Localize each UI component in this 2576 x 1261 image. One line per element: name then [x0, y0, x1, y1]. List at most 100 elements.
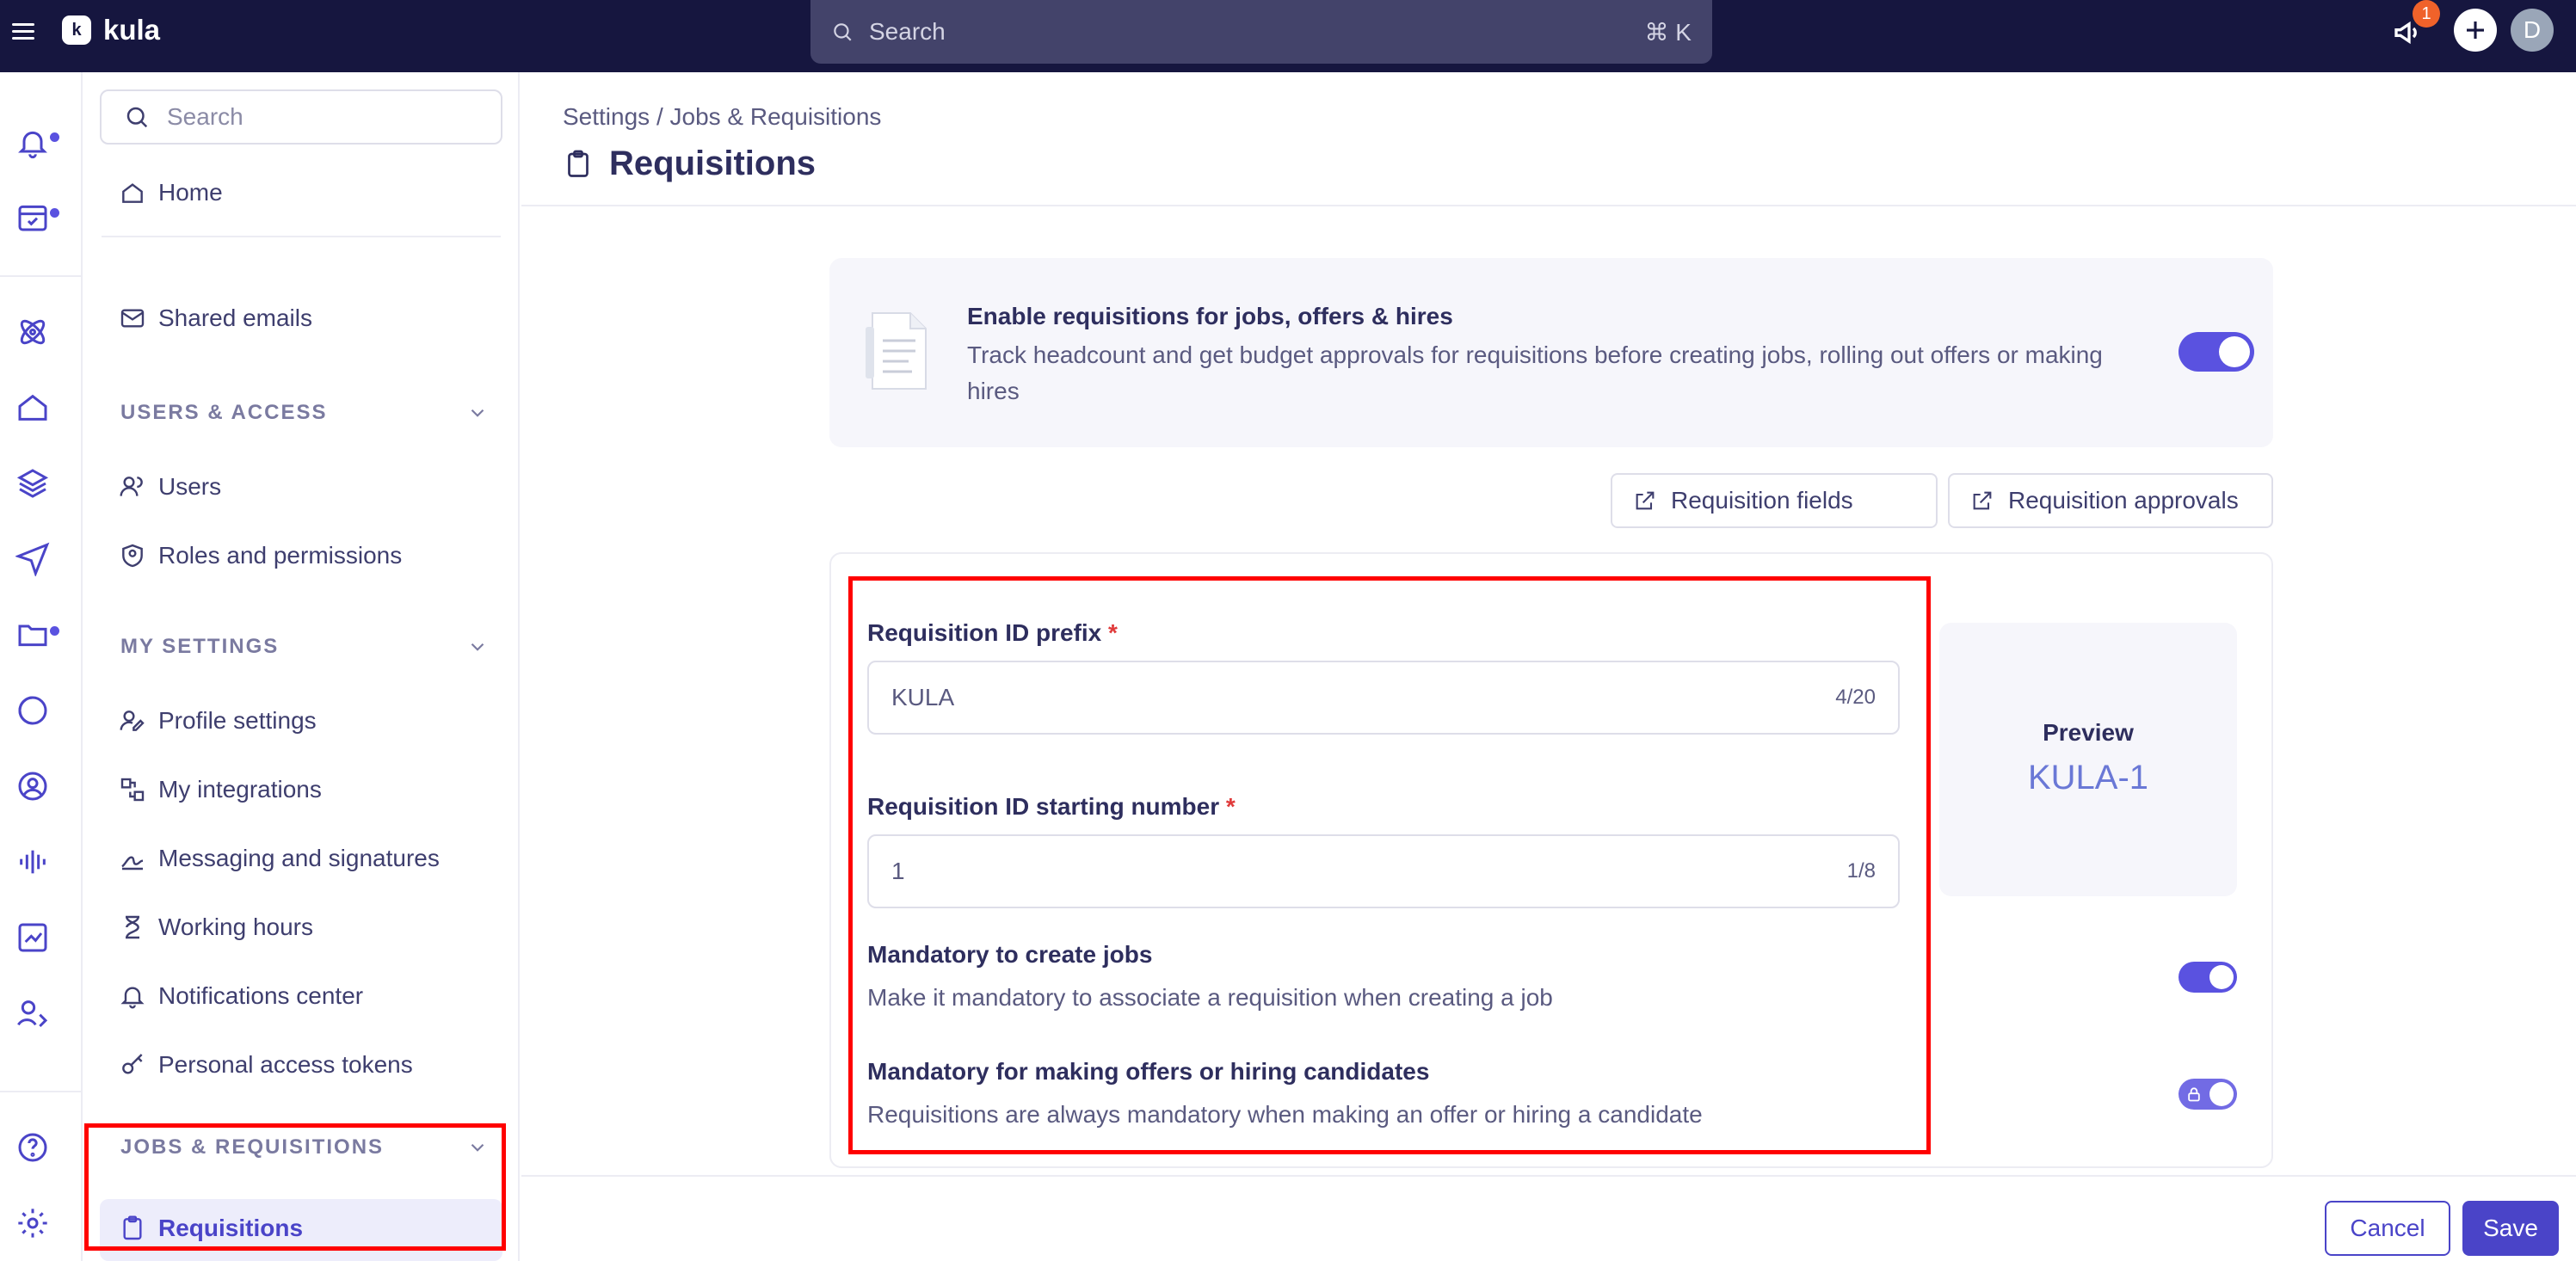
mail-icon: [120, 309, 145, 328]
search-icon: [126, 107, 148, 128]
prefix-input[interactable]: KULA 4/20: [867, 661, 1900, 735]
page-title-text: Requisitions: [609, 145, 817, 182]
kula-logo-icon: k: [62, 15, 91, 45]
icon-rail: [0, 72, 83, 1261]
sidebar-item-label: My integrations: [158, 776, 322, 803]
sidebar-item-label: Messaging and signatures: [158, 845, 440, 871]
preview-value: KULA-1: [2027, 759, 2149, 797]
toggle-knob: [2209, 1082, 2234, 1106]
toggle-knob: [2209, 965, 2234, 989]
sidebar-item-messaging[interactable]: Messaging and signatures: [119, 845, 440, 872]
folder-icon[interactable]: [15, 618, 50, 652]
starting-number-char-count: 1/8: [1846, 859, 1876, 883]
requisition-fields-button[interactable]: Requisition fields: [1611, 473, 1938, 528]
chart-icon[interactable]: [15, 920, 50, 955]
sidebar-divider: [102, 236, 501, 237]
brand[interactable]: k kula: [62, 14, 160, 46]
atom-icon[interactable]: [15, 315, 50, 349]
home-icon: [122, 183, 143, 203]
page-title: Requisitions: [563, 145, 816, 183]
starting-number-input[interactable]: 1 1/8: [867, 834, 1900, 908]
mandatory-offers-title: Mandatory for making offers or hiring ca…: [867, 1058, 1430, 1085]
home-icon[interactable]: [15, 391, 50, 425]
required-mark: *: [1225, 793, 1236, 820]
settings-sidebar: Search Home Shared emails USERS & ACCESS…: [83, 72, 520, 1261]
sidebar-item-personal-access-tokens[interactable]: Personal access tokens: [119, 1051, 413, 1079]
preview-label: Preview: [2043, 719, 2134, 746]
user-avatar[interactable]: D: [2511, 9, 2554, 52]
global-search-input[interactable]: Search ⌘ K: [810, 0, 1712, 64]
enable-title: Enable requisitions for jobs, offers & h…: [967, 303, 1453, 329]
requisition-approvals-button[interactable]: Requisition approvals: [1948, 473, 2273, 528]
sidebar-item-label: Notifications center: [158, 982, 364, 1009]
toggle-knob: [2219, 336, 2250, 367]
prefix-label-text: Requisition ID prefix: [867, 619, 1102, 646]
sidebar-item-notifications-center[interactable]: Notifications center: [119, 982, 363, 1010]
half-circle-icon[interactable]: [15, 693, 50, 728]
breadcrumb: Settings / Jobs & Requisitions: [563, 103, 882, 130]
id-preview-card: Preview KULA-1: [1939, 623, 2237, 896]
create-new-button[interactable]: [2454, 9, 2497, 52]
enable-requisitions-toggle[interactable]: [2179, 332, 2254, 372]
prefix-value: KULA: [891, 684, 955, 710]
required-mark: *: [1108, 619, 1118, 646]
sidebar-item-my-integrations[interactable]: My integrations: [119, 776, 322, 803]
hamburger-menu-icon[interactable]: [12, 19, 38, 45]
calendar-check-icon[interactable]: [15, 200, 50, 234]
sidebar-item-profile-settings[interactable]: Profile settings: [119, 707, 317, 735]
section-label: MY SETTINGS: [120, 635, 280, 658]
chevron-down-icon: [471, 643, 484, 651]
user-circle-icon[interactable]: [15, 769, 50, 803]
users-icon: [120, 477, 143, 496]
section-my-settings[interactable]: MY SETTINGS: [120, 635, 489, 659]
gear-icon[interactable]: [15, 1206, 50, 1240]
sidebar-item-roles[interactable]: Roles and permissions: [119, 542, 402, 569]
rail-divider: [0, 275, 83, 277]
chevron-down-icon: [471, 409, 484, 417]
sidebar-search-input[interactable]: Search: [100, 89, 502, 145]
save-button[interactable]: Save: [2462, 1201, 2559, 1256]
hourglass-icon: [126, 915, 139, 939]
sidebar-item-label: Roles and permissions: [158, 542, 403, 569]
prefix-char-count: 4/20: [1835, 686, 1876, 709]
audio-wave-icon[interactable]: [15, 845, 50, 879]
layers-icon[interactable]: [15, 466, 50, 501]
mandatory-jobs-description: Make it mandatory to associate a requisi…: [867, 984, 1553, 1011]
mandatory-offers-toggle: [2179, 1079, 2237, 1110]
starting-number-value: 1: [891, 858, 905, 884]
bell-icon[interactable]: [15, 126, 50, 160]
section-users-access[interactable]: USERS & ACCESS: [120, 401, 489, 425]
sidebar-item-working-hours[interactable]: Working hours: [119, 913, 313, 941]
enable-requisitions-card: Enable requisitions for jobs, offers & h…: [829, 258, 2273, 447]
cancel-button[interactable]: Cancel: [2325, 1201, 2450, 1256]
clipboard-icon: [123, 1215, 142, 1240]
sidebar-item-shared-emails[interactable]: Shared emails: [119, 304, 312, 332]
brand-name: kula: [103, 14, 161, 46]
plus-icon: [2467, 22, 2484, 39]
integrations-icon: [120, 778, 145, 802]
user-edit-icon: [120, 710, 145, 731]
header-divider: [521, 205, 2576, 206]
sidebar-item-label: Requisitions: [158, 1215, 304, 1241]
external-link-icon: [1636, 491, 1655, 510]
notification-badge: 1: [2413, 0, 2440, 28]
sidebar-item-users[interactable]: Users: [119, 473, 221, 501]
document-illustration-icon: [866, 312, 927, 390]
sidebar-item-label: Working hours: [158, 913, 314, 940]
user-arrow-icon[interactable]: [15, 996, 50, 1030]
help-icon[interactable]: [15, 1130, 50, 1165]
external-link-icon: [1973, 491, 1992, 510]
folder-unread-dot: [50, 626, 59, 636]
sidebar-item-label: Profile settings: [158, 707, 317, 734]
footer-bar: [521, 1175, 2576, 1261]
sidebar-item-home[interactable]: Home: [119, 179, 223, 206]
send-icon[interactable]: [15, 542, 50, 576]
rail-divider-bottom: [0, 1091, 83, 1092]
section-jobs-requisitions[interactable]: JOBS & REQUISITIONS: [120, 1135, 489, 1160]
mandatory-jobs-toggle[interactable]: [2179, 962, 2237, 993]
sidebar-search-placeholder: Search: [167, 103, 243, 130]
section-label: USERS & ACCESS: [120, 401, 328, 424]
section-label: JOBS & REQUISITIONS: [120, 1135, 385, 1159]
sidebar-item-requisitions[interactable]: Requisitions: [119, 1215, 303, 1242]
enable-description: Track headcount and get budget approvals…: [967, 341, 2103, 404]
